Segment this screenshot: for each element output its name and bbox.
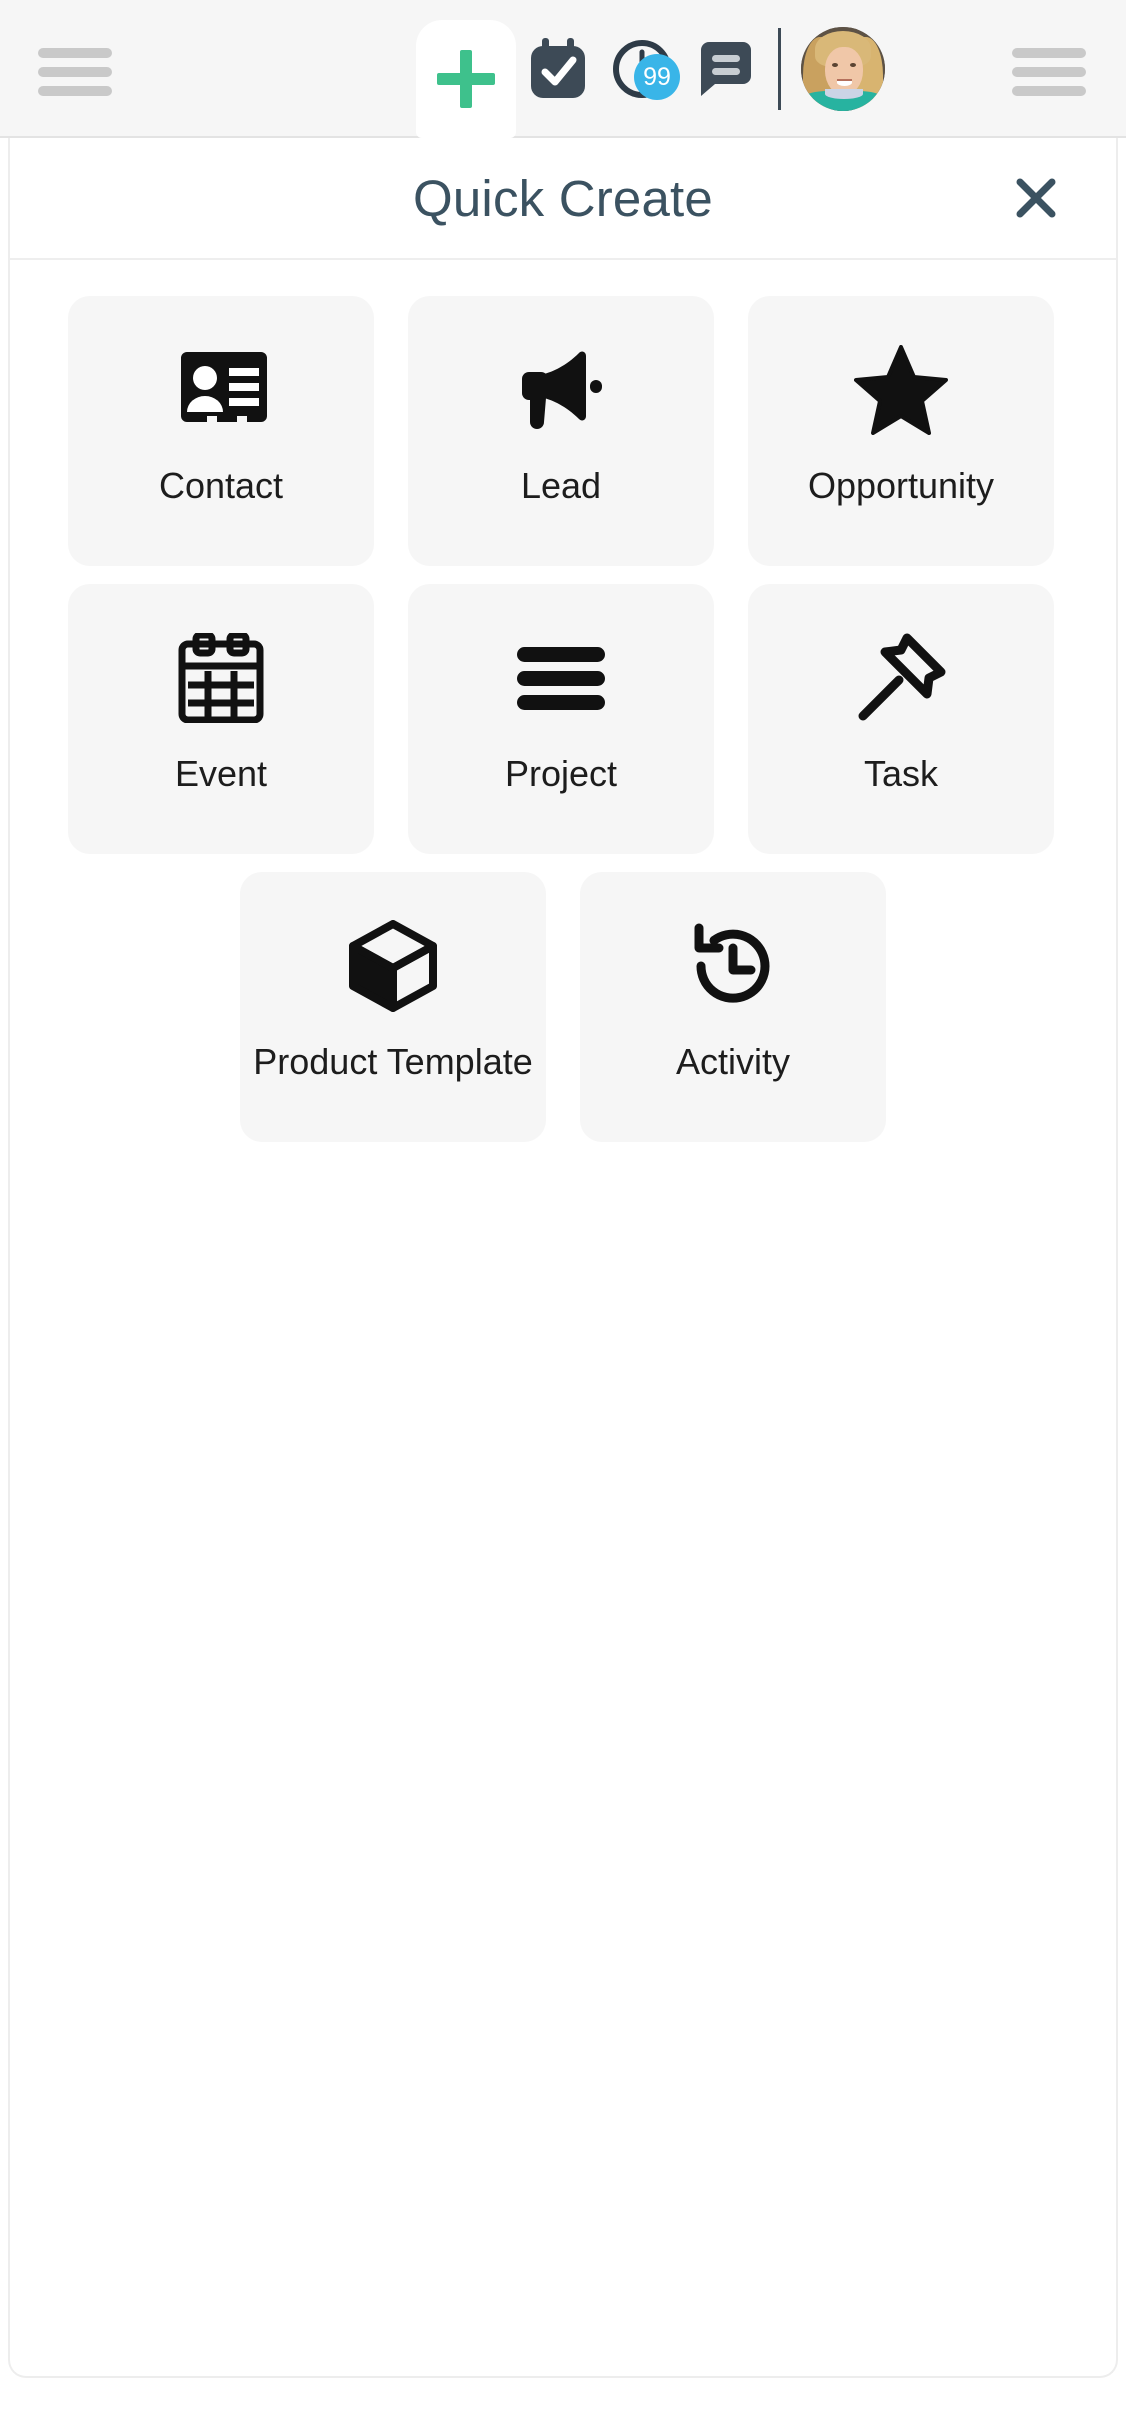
star-icon bbox=[854, 345, 948, 435]
calendar-grid-icon bbox=[178, 633, 264, 723]
hamburger-bar bbox=[38, 86, 112, 96]
tile-label: Task bbox=[863, 753, 939, 794]
hamburger-bar bbox=[1012, 67, 1086, 77]
tile-label: Lead bbox=[520, 465, 602, 506]
hamburger-bar bbox=[38, 67, 112, 77]
top-navigation-bar: 99 bbox=[0, 0, 1126, 138]
tile-activity[interactable]: Activity bbox=[580, 872, 886, 1142]
megaphone-icon-wrap bbox=[514, 342, 608, 438]
avatar-eye-right bbox=[850, 63, 856, 67]
megaphone-icon bbox=[522, 351, 602, 429]
main-menu-button[interactable] bbox=[38, 44, 112, 100]
calendar-check-button[interactable] bbox=[516, 0, 600, 138]
tile-product-template[interactable]: Product Template bbox=[240, 872, 546, 1142]
calendar-grid-icon-wrap bbox=[178, 630, 264, 726]
top-icon-cluster: 99 bbox=[416, 0, 885, 138]
chat-button[interactable] bbox=[684, 0, 768, 138]
quick-create-grid: Contact Lead Opportunity Event Project T… bbox=[10, 260, 1116, 1142]
tile-row: Event Project Task bbox=[68, 584, 1058, 854]
bars-icon bbox=[517, 647, 605, 710]
avatar-face bbox=[825, 47, 863, 95]
tile-project[interactable]: Project bbox=[408, 584, 714, 854]
tile-label: Project bbox=[504, 753, 618, 794]
calendar-check-icon bbox=[531, 38, 585, 98]
panel-header: Quick Create bbox=[10, 138, 1116, 260]
contact-card-icon bbox=[181, 352, 267, 422]
hamburger-bar bbox=[38, 48, 112, 58]
tile-label: Contact bbox=[158, 465, 284, 506]
tile-label: Activity bbox=[675, 1041, 790, 1082]
page-title: Quick Create bbox=[412, 169, 713, 227]
tile-lead[interactable]: Lead bbox=[408, 296, 714, 566]
close-icon bbox=[1016, 178, 1056, 218]
avatar-necklace bbox=[825, 89, 863, 99]
more-options-button[interactable] bbox=[1012, 44, 1086, 100]
tile-opportunity[interactable]: Opportunity bbox=[748, 296, 1054, 566]
pushpin-icon bbox=[858, 633, 946, 721]
timer-button[interactable]: 99 bbox=[600, 0, 684, 138]
cube-icon-wrap bbox=[349, 918, 437, 1014]
history-clock-icon-wrap bbox=[687, 918, 779, 1014]
star-icon-wrap bbox=[854, 342, 948, 438]
cube-icon bbox=[349, 920, 437, 1012]
avatar[interactable] bbox=[801, 27, 885, 111]
chat-bubble-icon bbox=[701, 42, 751, 96]
tile-event[interactable]: Event bbox=[68, 584, 374, 854]
tile-contact[interactable]: Contact bbox=[68, 296, 374, 566]
toolbar-divider bbox=[778, 28, 781, 110]
tile-label: Event bbox=[174, 753, 268, 794]
avatar-eye-left bbox=[832, 63, 838, 67]
tile-row: Contact Lead Opportunity bbox=[68, 296, 1058, 566]
history-clock-icon bbox=[694, 923, 770, 1003]
plus-icon bbox=[437, 50, 495, 108]
tile-row: Product Template Activity bbox=[68, 872, 1058, 1142]
hamburger-bar bbox=[1012, 86, 1086, 96]
notification-badge: 99 bbox=[634, 54, 680, 100]
tile-task[interactable]: Task bbox=[748, 584, 1054, 854]
hamburger-bar bbox=[1012, 48, 1086, 58]
close-button[interactable] bbox=[1008, 170, 1064, 226]
tile-label: Product Template bbox=[253, 1041, 533, 1082]
tile-label: Opportunity bbox=[807, 465, 995, 506]
bars-icon-wrap bbox=[517, 630, 605, 726]
contact-card-icon-wrap bbox=[175, 342, 267, 438]
quick-create-panel: Quick Create Contact Lead Opportunity Ev… bbox=[8, 138, 1118, 2378]
quick-create-screen: 99 Quick Create Contact Lead Opportunity… bbox=[0, 0, 1126, 2436]
avatar-mouth bbox=[837, 79, 852, 86]
pushpin-icon-wrap bbox=[855, 630, 947, 726]
create-tab-button[interactable] bbox=[416, 20, 516, 138]
